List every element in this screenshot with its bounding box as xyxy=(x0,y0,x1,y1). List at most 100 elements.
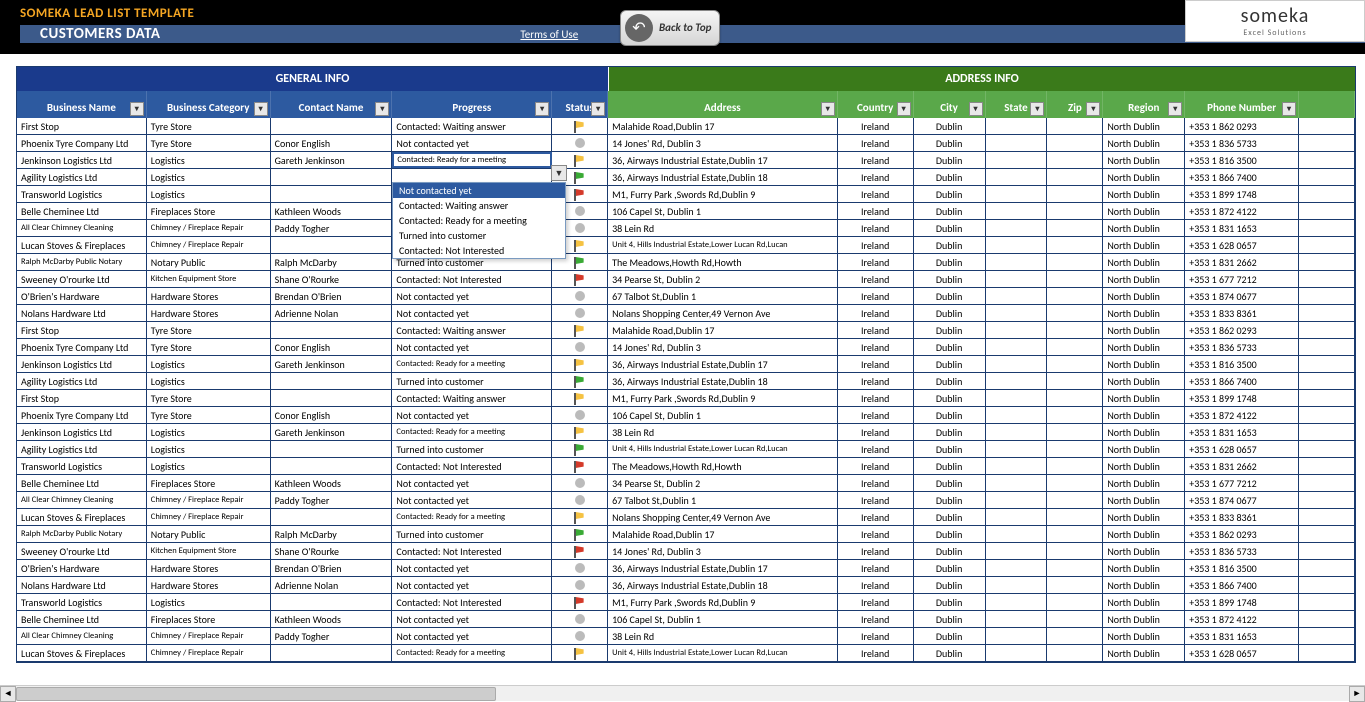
cell-business-category[interactable]: Tyre Store xyxy=(147,135,271,151)
cell-extra[interactable] xyxy=(1299,305,1355,321)
cell-progress[interactable]: Not contacted yet xyxy=(392,135,552,151)
cell-progress[interactable]: Contacted: Ready for a meeting xyxy=(392,152,552,168)
cell-contact-name[interactable]: Gareth Jenkinson xyxy=(271,424,393,440)
cell-contact-name[interactable] xyxy=(271,594,393,610)
scroll-right-icon[interactable]: ► xyxy=(1349,686,1365,702)
cell-business-name[interactable]: Agility Logistics Ltd xyxy=(17,169,147,185)
cell-country[interactable]: Ireland xyxy=(838,305,914,321)
cell-state[interactable] xyxy=(986,424,1048,440)
cell-state[interactable] xyxy=(986,339,1048,355)
cell-zip[interactable] xyxy=(1047,543,1103,559)
cell-business-category[interactable]: Logistics xyxy=(147,594,271,610)
cell-region[interactable]: North Dublin xyxy=(1103,407,1185,423)
cell-business-category[interactable]: Fireplaces Store xyxy=(147,203,271,219)
cell-contact-name[interactable]: Kathleen Woods xyxy=(271,203,393,219)
cell-business-category[interactable]: Chimney / Fireplace Repair xyxy=(147,628,271,644)
cell-city[interactable]: Dublin xyxy=(914,441,986,457)
cell-city[interactable]: Dublin xyxy=(914,288,986,304)
cell-extra[interactable] xyxy=(1299,322,1355,338)
cell-extra[interactable] xyxy=(1299,543,1355,559)
cell-business-name[interactable]: Lucan Stoves & Fireplaces xyxy=(17,645,147,661)
cell-progress[interactable]: Contacted: Not Interested xyxy=(392,458,552,474)
cell-progress[interactable]: Not contacted yet xyxy=(392,628,552,644)
cell-city[interactable]: Dublin xyxy=(914,118,986,134)
cell-status[interactable] xyxy=(552,373,608,389)
cell-business-name[interactable]: First Stop xyxy=(17,118,147,134)
dropdown-option[interactable]: Contacted: Not Interested xyxy=(393,243,565,258)
cell-zip[interactable] xyxy=(1047,509,1103,525)
filter-icon[interactable]: ▾ xyxy=(1030,102,1044,116)
cell-business-name[interactable]: Belle Cheminee Ltd xyxy=(17,611,147,627)
cell-progress[interactable]: Contacted: Ready for a meeting xyxy=(392,424,552,440)
cell-city[interactable]: Dublin xyxy=(914,135,986,151)
cell-status[interactable] xyxy=(552,118,608,134)
cell-extra[interactable] xyxy=(1299,237,1355,253)
cell-phone[interactable]: +353 1 899 1748 xyxy=(1185,390,1299,406)
cell-extra[interactable] xyxy=(1299,271,1355,287)
cell-state[interactable] xyxy=(986,169,1048,185)
cell-business-name[interactable]: Lucan Stoves & Fireplaces xyxy=(17,237,147,253)
cell-zip[interactable] xyxy=(1047,288,1103,304)
cell-extra[interactable] xyxy=(1299,424,1355,440)
cell-address[interactable]: Nolans Shopping Center,49 Vernon Ave xyxy=(608,305,838,321)
cell-contact-name[interactable] xyxy=(271,373,393,389)
cell-address[interactable]: 67 Talbot St,Dublin 1 xyxy=(608,288,838,304)
cell-zip[interactable] xyxy=(1047,424,1103,440)
cell-status[interactable] xyxy=(552,560,608,576)
cell-phone[interactable]: +353 1 831 1653 xyxy=(1185,220,1299,236)
cell-region[interactable]: North Dublin xyxy=(1103,288,1185,304)
cell-address[interactable]: 106 Capel St, Dublin 1 xyxy=(608,611,838,627)
cell-city[interactable]: Dublin xyxy=(914,458,986,474)
cell-extra[interactable] xyxy=(1299,526,1355,542)
cell-business-category[interactable]: Chimney / Fireplace Repair xyxy=(147,645,271,661)
cell-phone[interactable]: +353 1 899 1748 xyxy=(1185,594,1299,610)
cell-country[interactable]: Ireland xyxy=(838,186,914,202)
cell-status[interactable] xyxy=(552,577,608,593)
cell-address[interactable]: 36, Airways Industrial Estate,Dublin 17 xyxy=(608,152,838,168)
cell-country[interactable]: Ireland xyxy=(838,118,914,134)
cell-status[interactable] xyxy=(552,509,608,525)
cell-country[interactable]: Ireland xyxy=(838,594,914,610)
cell-state[interactable] xyxy=(986,135,1048,151)
cell-contact-name[interactable]: Gareth Jenkinson xyxy=(271,356,393,372)
cell-business-category[interactable]: Logistics xyxy=(147,441,271,457)
cell-extra[interactable] xyxy=(1299,288,1355,304)
cell-phone[interactable]: +353 1 677 7212 xyxy=(1185,475,1299,491)
cell-phone[interactable]: +353 1 872 4122 xyxy=(1185,611,1299,627)
cell-address[interactable]: 36, Airways Industrial Estate,Dublin 18 xyxy=(608,169,838,185)
cell-country[interactable]: Ireland xyxy=(838,288,914,304)
cell-phone[interactable]: +353 1 836 5733 xyxy=(1185,543,1299,559)
cell-extra[interactable] xyxy=(1299,407,1355,423)
cell-address[interactable]: Malahide Road,Dublin 17 xyxy=(608,322,838,338)
cell-address[interactable]: 36, Airways Industrial Estate,Dublin 17 xyxy=(608,560,838,576)
cell-region[interactable]: North Dublin xyxy=(1103,152,1185,168)
cell-zip[interactable] xyxy=(1047,492,1103,508)
cell-country[interactable]: Ireland xyxy=(838,152,914,168)
cell-phone[interactable]: +353 1 628 0657 xyxy=(1185,645,1299,661)
cell-address[interactable]: M1, Furry Park ,Swords Rd,Dublin 9 xyxy=(608,390,838,406)
cell-extra[interactable] xyxy=(1299,390,1355,406)
cell-progress[interactable]: Turned into customer xyxy=(392,441,552,457)
cell-contact-name[interactable]: Conor English xyxy=(271,135,393,151)
cell-business-category[interactable]: Hardware Stores xyxy=(147,560,271,576)
cell-phone[interactable]: +353 1 872 4122 xyxy=(1185,203,1299,219)
cell-extra[interactable] xyxy=(1299,169,1355,185)
cell-status[interactable] xyxy=(552,407,608,423)
cell-extra[interactable] xyxy=(1299,186,1355,202)
cell-address[interactable]: 14 Jones' Rd, Dublin 3 xyxy=(608,135,838,151)
cell-zip[interactable] xyxy=(1047,390,1103,406)
cell-business-category[interactable]: Hardware Stores xyxy=(147,305,271,321)
cell-status[interactable] xyxy=(552,322,608,338)
cell-business-name[interactable]: Belle Cheminee Ltd xyxy=(17,475,147,491)
cell-region[interactable]: North Dublin xyxy=(1103,475,1185,491)
cell-progress[interactable]: Not contacted yet xyxy=(392,288,552,304)
cell-status[interactable] xyxy=(552,305,608,321)
cell-status[interactable] xyxy=(552,628,608,644)
cell-business-name[interactable]: O'Brien's Hardware xyxy=(17,288,147,304)
cell-country[interactable]: Ireland xyxy=(838,475,914,491)
cell-country[interactable]: Ireland xyxy=(838,339,914,355)
cell-business-category[interactable]: Kitchen Equipment Store xyxy=(147,543,271,559)
cell-contact-name[interactable] xyxy=(271,118,393,134)
cell-status[interactable] xyxy=(552,594,608,610)
cell-business-name[interactable]: Nolans Hardware Ltd xyxy=(17,577,147,593)
